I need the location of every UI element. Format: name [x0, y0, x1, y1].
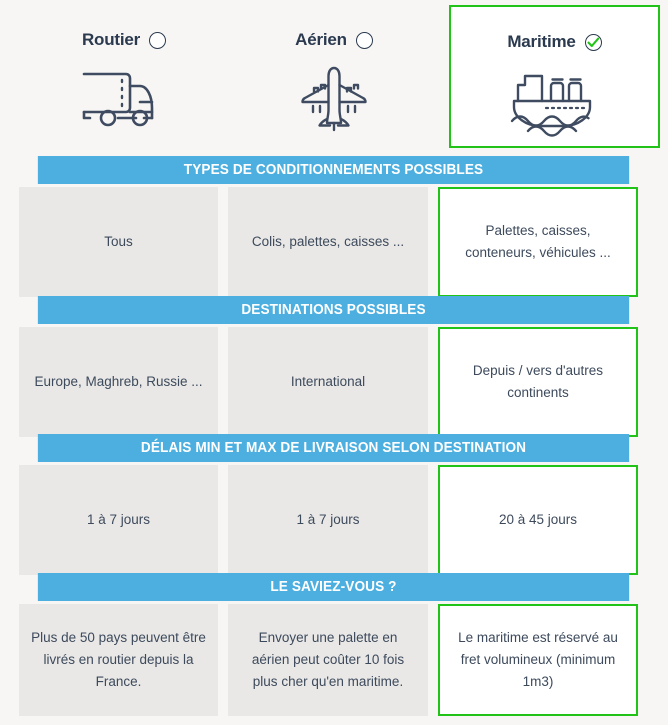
section-header-conditionnements: TYPES DE CONDITIONNEMENTS POSSIBLES [37, 156, 630, 184]
mode-title-row-aerien: Aérien [295, 29, 373, 51]
mode-card-maritime[interactable]: Maritime [449, 5, 660, 148]
section-header-destinations: DESTINATIONS POSSIBLES [37, 296, 630, 324]
column-gap [218, 187, 228, 297]
transport-mode-selector: Routier Aérien Maritime [0, 0, 668, 153]
cell-conditionnements-aerien: Colis, palettes, caisses ... [228, 187, 428, 297]
mode-card-aerien[interactable]: Aérien [229, 5, 439, 148]
cell-saviez-routier: Plus de 50 pays peuvent être livrés en r… [19, 604, 218, 716]
section-row-delais: 1 à 7 jours 1 à 7 jours 20 à 45 jours [19, 465, 648, 575]
cell-destinations-aerien: International [228, 327, 428, 437]
section-le-saviez-vous: LE SAVIEZ-VOUS ? Plus de 50 pays peuvent… [19, 573, 648, 716]
comparison-table-page: Routier Aérien Maritime TYPES DE CONDITI… [0, 0, 668, 725]
cell-delais-maritime: 20 à 45 jours [438, 465, 638, 575]
cell-destinations-routier: Europe, Maghreb, Russie ... [19, 327, 218, 437]
column-gap [218, 327, 228, 437]
section-row-conditionnements: Tous Colis, palettes, caisses ... Palett… [19, 187, 648, 297]
column-gap [218, 465, 228, 575]
radio-checked-icon[interactable] [584, 33, 602, 51]
mode-title-row-routier: Routier [81, 29, 167, 51]
cell-destinations-maritime: Depuis / vers d'autres continents [438, 327, 638, 437]
section-delais: DÉLAIS MIN ET MAX DE LIVRAISON SELON DES… [19, 434, 648, 575]
cell-conditionnements-routier: Tous [19, 187, 218, 297]
cell-conditionnements-maritime: Palettes, caisses, conteneurs, véhicules… [438, 187, 638, 297]
airplane-icon [286, 63, 382, 135]
radio-unchecked-icon[interactable] [149, 31, 167, 49]
mode-label-routier: Routier [81, 30, 141, 49]
section-conditionnements: TYPES DE CONDITIONNEMENTS POSSIBLES Tous… [19, 156, 648, 297]
section-header-le-saviez-vous: LE SAVIEZ-VOUS ? [37, 573, 630, 601]
mode-column-maritime: Maritime [449, 0, 660, 153]
mode-card-routier[interactable]: Routier [19, 5, 229, 148]
mode-title-row-maritime: Maritime [507, 31, 602, 53]
mode-column-routier: Routier [19, 0, 229, 153]
cell-delais-routier: 1 à 7 jours [19, 465, 218, 575]
radio-unchecked-icon[interactable] [355, 31, 373, 49]
cell-delais-aerien: 1 à 7 jours [228, 465, 428, 575]
truck-icon [76, 63, 172, 135]
cell-saviez-aerien: Envoyer une palette en aérien peut coûte… [228, 604, 428, 716]
mode-label-aerien: Aérien [295, 30, 347, 49]
section-header-delais: DÉLAIS MIN ET MAX DE LIVRAISON SELON DES… [37, 434, 630, 462]
section-row-le-saviez-vous: Plus de 50 pays peuvent être livrés en r… [19, 604, 648, 716]
cargo-ship-icon [507, 65, 603, 137]
column-gap [218, 604, 228, 716]
mode-label-maritime: Maritime [507, 32, 576, 51]
section-destinations: DESTINATIONS POSSIBLES Europe, Maghreb, … [19, 296, 648, 437]
section-row-destinations: Europe, Maghreb, Russie ... Internationa… [19, 327, 648, 437]
cell-saviez-maritime: Le maritime est réservé au fret volumine… [438, 604, 638, 716]
mode-column-aerien: Aérien [229, 0, 439, 153]
